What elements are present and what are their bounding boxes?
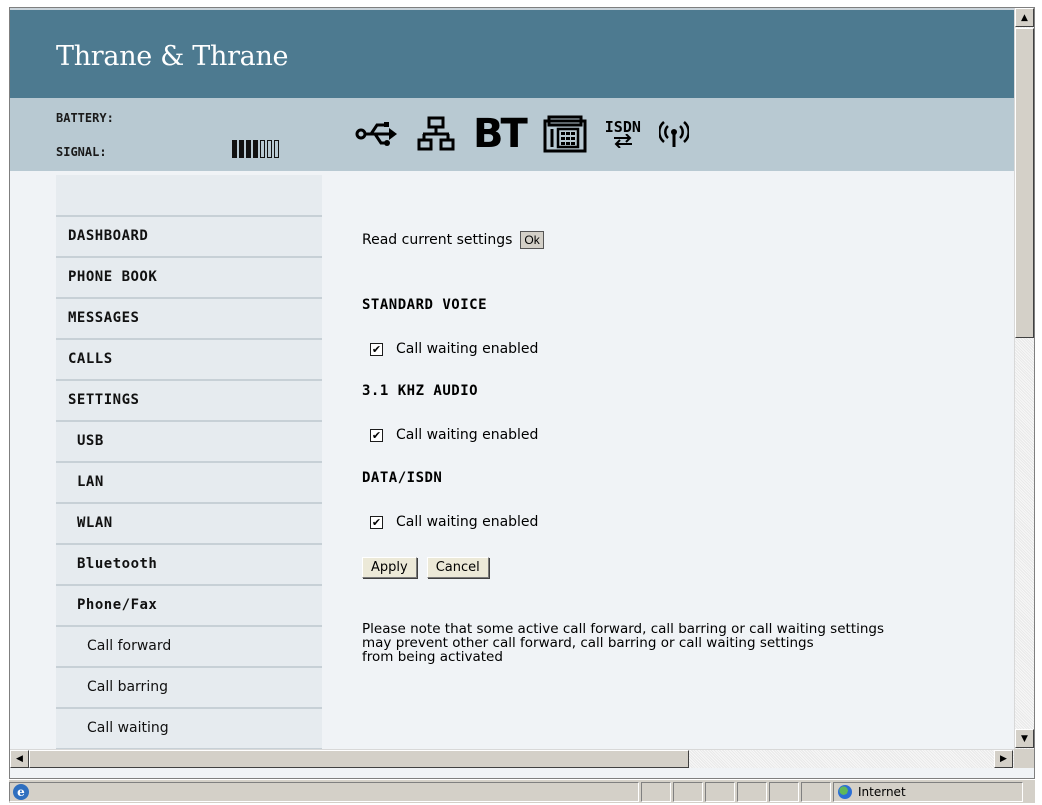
- device-status-bar: BATTERY: SIGNAL: BT ISDN: [10, 98, 1014, 171]
- status-text-cell: e: [9, 781, 639, 802]
- vertical-scrollbar[interactable]: ▲ ▼: [1014, 8, 1034, 749]
- sidebar-item-usb[interactable]: USB: [56, 422, 322, 463]
- scroll-up-icon[interactable]: ▲: [1015, 8, 1034, 27]
- sidebar-item-call-forward[interactable]: Call forward: [56, 627, 322, 668]
- note-line: may prevent other call forward, call bar…: [362, 635, 814, 651]
- signal-bar-empty: [260, 140, 265, 158]
- zone-label: Internet: [858, 784, 906, 799]
- standard-voice-checkbox[interactable]: ✔: [370, 342, 383, 356]
- signal-bar-filled: [239, 140, 244, 158]
- lan-icon: [417, 116, 455, 152]
- audio-checkbox-row[interactable]: ✔ Call waiting enabled: [360, 427, 538, 443]
- sidebar-item-settings[interactable]: SETTINGS: [56, 381, 322, 422]
- status-cell: [705, 781, 735, 802]
- ok-button[interactable]: Ok: [520, 231, 544, 249]
- section-audio: 3.1 KHZ AUDIO: [362, 383, 479, 399]
- data-isdn-checkbox-label: Call waiting enabled: [396, 514, 539, 530]
- page-icon: e: [13, 783, 29, 800]
- note-line: from being activated: [362, 649, 503, 665]
- horizontal-scrollbar[interactable]: ◀ ▶: [10, 749, 1014, 768]
- page-viewport: Thrane & Thrane BATTERY: SIGNAL: BT ISDN…: [10, 8, 1014, 749]
- signal-label: SIGNAL:: [56, 145, 107, 159]
- signal-bar-filled: [232, 140, 237, 158]
- cancel-button[interactable]: Cancel: [426, 557, 489, 578]
- signal-bar-empty: [267, 140, 272, 158]
- signal-bar-empty: [274, 140, 279, 158]
- sidebar-item-lan[interactable]: LAN: [56, 463, 322, 504]
- data-isdn-checkbox[interactable]: ✔: [370, 515, 383, 529]
- usb-icon: [355, 119, 399, 149]
- section-standard-voice: STANDARD VOICE: [362, 297, 488, 313]
- section-data-isdn: DATA/ISDN: [362, 470, 443, 486]
- sidebar-item-call-waiting[interactable]: Call waiting: [56, 709, 322, 749]
- status-cell: [673, 781, 703, 802]
- read-settings-row: Read current settings Ok: [362, 231, 544, 249]
- status-cell: [641, 781, 671, 802]
- battery-label: BATTERY:: [56, 111, 114, 125]
- status-cell: [801, 781, 831, 802]
- signal-bar-filled: [246, 140, 251, 158]
- audio-checkbox[interactable]: ✔: [370, 428, 383, 442]
- sidebar-item-phone-book[interactable]: PHONE BOOK: [56, 258, 322, 299]
- settings-note: Please note that some active call forwar…: [362, 622, 1010, 664]
- note-line: Please note that some active call forwar…: [362, 621, 885, 637]
- apply-button[interactable]: Apply: [362, 557, 417, 578]
- horizontal-scroll-thumb[interactable]: [29, 750, 689, 768]
- sidebar-item-dashboard[interactable]: DASHBOARD: [56, 217, 322, 258]
- sidebar-spacer: [56, 175, 322, 217]
- zone-cell: Internet: [833, 781, 1023, 802]
- sidebar-item-phone-fax[interactable]: Phone/Fax: [56, 586, 322, 627]
- internet-globe-icon: [838, 784, 852, 799]
- scroll-right-icon[interactable]: ▶: [994, 750, 1013, 768]
- vertical-scroll-thumb[interactable]: [1015, 28, 1034, 338]
- scroll-down-icon[interactable]: ▼: [1015, 729, 1034, 748]
- signal-bar-filled: [253, 140, 258, 158]
- isdn-label: ISDN: [604, 117, 641, 136]
- action-buttons: Apply Cancel: [362, 557, 489, 578]
- brand-logo: Thrane & Thrane: [56, 41, 289, 72]
- standard-voice-checkbox-label: Call waiting enabled: [396, 341, 539, 357]
- isdn-icon: ISDN: [604, 117, 641, 148]
- scrollbar-corner: [1014, 749, 1034, 768]
- browser-window: Thrane & Thrane BATTERY: SIGNAL: BT ISDN…: [9, 7, 1035, 779]
- phone-icon: [543, 115, 587, 153]
- browser-status-bar: e Internet: [9, 779, 1035, 803]
- read-settings-label: Read current settings: [362, 232, 513, 248]
- sidebar-nav: DASHBOARD PHONE BOOK MESSAGES CALLS SETT…: [56, 171, 322, 749]
- data-isdn-checkbox-row[interactable]: ✔ Call waiting enabled: [360, 514, 538, 530]
- status-cell: [769, 781, 799, 802]
- wlan-icon: [658, 119, 689, 149]
- interface-icons: BT ISDN: [355, 106, 689, 161]
- sidebar-item-messages[interactable]: MESSAGES: [56, 299, 322, 340]
- sidebar-item-bluetooth[interactable]: Bluetooth: [56, 545, 322, 586]
- bluetooth-icon: BT: [473, 110, 528, 157]
- sidebar-item-call-barring[interactable]: Call barring: [56, 668, 322, 709]
- status-cell: [737, 781, 767, 802]
- sidebar-item-calls[interactable]: CALLS: [56, 340, 322, 381]
- sidebar-item-wlan[interactable]: WLAN: [56, 504, 322, 545]
- scroll-left-icon[interactable]: ◀: [10, 750, 29, 768]
- audio-checkbox-label: Call waiting enabled: [396, 427, 539, 443]
- signal-meter: [232, 140, 279, 158]
- brand-bar: Thrane & Thrane: [10, 8, 1014, 98]
- standard-voice-checkbox-row[interactable]: ✔ Call waiting enabled: [360, 341, 538, 357]
